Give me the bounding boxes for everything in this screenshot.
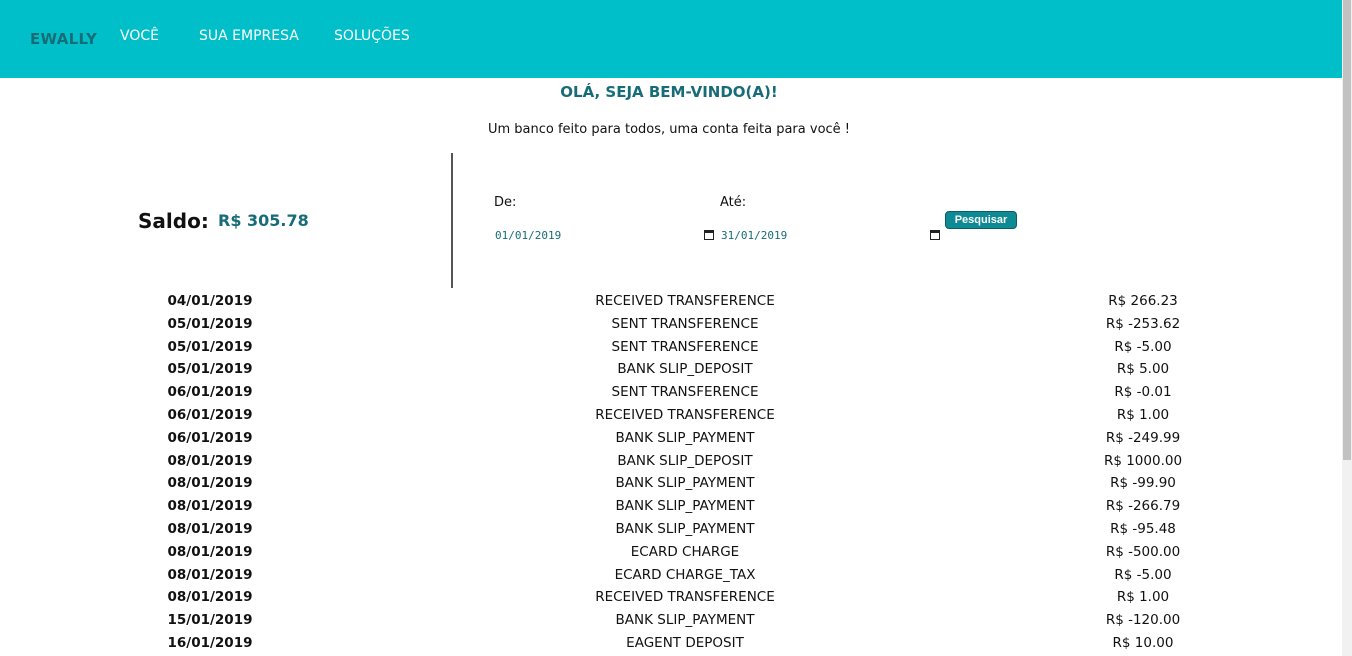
table-row: 08/01/2019 BANK SLIP_PAYMENT R$ -99.90 bbox=[0, 472, 1342, 495]
calendar-icon[interactable] bbox=[704, 230, 714, 240]
nav-link-sua-empresa[interactable]: SUA EMPRESA bbox=[199, 28, 299, 44]
tx-description: BANK SLIP_DEPOSIT bbox=[617, 361, 753, 378]
tx-date: 08/01/2019 bbox=[167, 543, 253, 560]
table-row: 08/01/2019 BANK SLIP_PAYMENT R$ -266.79 bbox=[0, 495, 1342, 518]
table-row: 06/01/2019 RECEIVED TRANSFERENCE R$ 1.00 bbox=[0, 404, 1342, 427]
welcome-title: OLÁ, SEJA BEM-VINDO(A)! bbox=[560, 83, 778, 101]
page-scrollbar[interactable] bbox=[1342, 0, 1352, 656]
calendar-icon[interactable] bbox=[930, 230, 940, 240]
nav-link-voce[interactable]: VOCÊ bbox=[120, 28, 159, 44]
top-navbar: EWALLY VOCÊ SUA EMPRESA SOLUÇÕES bbox=[0, 0, 1342, 78]
tx-description: BANK SLIP_PAYMENT bbox=[615, 498, 755, 515]
tx-date: 08/01/2019 bbox=[167, 589, 253, 606]
tx-amount: R$ -0.01 bbox=[1114, 384, 1172, 401]
tx-date: 08/01/2019 bbox=[167, 566, 253, 583]
tx-amount: R$ 5.00 bbox=[1116, 361, 1170, 378]
tx-date: 05/01/2019 bbox=[167, 315, 253, 332]
table-row: 08/01/2019 BANK SLIP_DEPOSIT R$ 1000.00 bbox=[0, 450, 1342, 473]
tx-amount: R$ -5.00 bbox=[1114, 566, 1172, 583]
tx-description: BANK SLIP_PAYMENT bbox=[615, 520, 755, 537]
nav-link-solucoes[interactable]: SOLUÇÕES bbox=[334, 28, 410, 44]
tx-description: EAGENT DEPOSIT bbox=[626, 634, 744, 651]
table-row: 05/01/2019 SENT TRANSFERENCE R$ -253.62 bbox=[0, 313, 1342, 336]
table-row: 04/01/2019 RECEIVED TRANSFERENCE R$ 266.… bbox=[0, 290, 1342, 313]
date-to-input[interactable]: 31/01/2019 bbox=[721, 226, 921, 244]
table-row: 05/01/2019 BANK SLIP_DEPOSIT R$ 5.00 bbox=[0, 358, 1342, 381]
balance-value: R$ 305.78 bbox=[218, 211, 309, 230]
table-row: 05/01/2019 SENT TRANSFERENCE R$ -5.00 bbox=[0, 336, 1342, 359]
tx-amount: R$ 10.00 bbox=[1112, 634, 1174, 651]
tx-amount: R$ 266.23 bbox=[1108, 293, 1178, 309]
tx-amount: R$ 1.00 bbox=[1116, 589, 1170, 606]
tx-amount: R$ -253.62 bbox=[1105, 315, 1181, 332]
tx-amount: R$ -99.90 bbox=[1110, 475, 1176, 492]
scrollbar-thumb[interactable] bbox=[1343, 0, 1351, 460]
welcome-subtitle: Um banco feito para todos, uma conta fei… bbox=[487, 122, 851, 137]
tx-date: 08/01/2019 bbox=[167, 475, 253, 492]
tx-amount: R$ 1.00 bbox=[1116, 406, 1170, 423]
tx-date: 05/01/2019 bbox=[167, 338, 253, 355]
tx-date: 06/01/2019 bbox=[167, 384, 253, 401]
tx-description: BANK SLIP_PAYMENT bbox=[615, 429, 755, 446]
tx-date: 06/01/2019 bbox=[167, 406, 253, 423]
tx-date: 15/01/2019 bbox=[167, 612, 253, 629]
tx-date: 08/01/2019 bbox=[167, 452, 253, 469]
table-row: 08/01/2019 ECARD CHARGE R$ -500.00 bbox=[0, 541, 1342, 564]
tx-description: ECARD CHARGE_TAX bbox=[614, 566, 756, 583]
date-from-label: De: bbox=[494, 195, 517, 210]
tx-amount: R$ -5.00 bbox=[1114, 338, 1172, 355]
search-button[interactable]: Pesquisar bbox=[945, 211, 1017, 229]
brand-logo[interactable]: EWALLY bbox=[30, 30, 97, 48]
tx-amount: R$ -120.00 bbox=[1105, 612, 1181, 629]
tx-date: 04/01/2019 bbox=[167, 293, 253, 309]
tx-amount: R$ -500.00 bbox=[1105, 543, 1181, 560]
balance-label: Saldo: bbox=[138, 209, 209, 233]
tx-date: 08/01/2019 bbox=[167, 498, 253, 515]
tx-date: 05/01/2019 bbox=[167, 361, 253, 378]
tx-amount: R$ -266.79 bbox=[1105, 498, 1181, 515]
tx-amount: R$ -249.99 bbox=[1105, 429, 1181, 446]
tx-description: RECEIVED TRANSFERENCE bbox=[595, 589, 775, 606]
table-row: 08/01/2019 BANK SLIP_PAYMENT R$ -95.48 bbox=[0, 518, 1342, 541]
tx-description: BANK SLIP_PAYMENT bbox=[615, 612, 755, 629]
tx-description: RECEIVED TRANSFERENCE bbox=[595, 293, 775, 309]
table-row: 06/01/2019 BANK SLIP_PAYMENT R$ -249.99 bbox=[0, 427, 1342, 450]
tx-description: BANK SLIP_PAYMENT bbox=[615, 475, 755, 492]
date-to-label: Até: bbox=[720, 195, 747, 210]
tx-amount: R$ 1000.00 bbox=[1103, 452, 1183, 469]
tx-date: 16/01/2019 bbox=[167, 634, 253, 651]
tx-description: RECEIVED TRANSFERENCE bbox=[595, 406, 775, 423]
tx-description: SENT TRANSFERENCE bbox=[611, 315, 759, 332]
tx-date: 06/01/2019 bbox=[167, 429, 253, 446]
table-row: 15/01/2019 BANK SLIP_PAYMENT R$ -120.00 bbox=[0, 609, 1342, 632]
tx-date: 08/01/2019 bbox=[167, 520, 253, 537]
table-row: 08/01/2019 RECEIVED TRANSFERENCE R$ 1.00 bbox=[0, 586, 1342, 609]
tx-description: SENT TRANSFERENCE bbox=[611, 384, 759, 401]
table-row: 08/01/2019 ECARD CHARGE_TAX R$ -5.00 bbox=[0, 564, 1342, 587]
tx-description: SENT TRANSFERENCE bbox=[611, 338, 759, 355]
table-row: 06/01/2019 SENT TRANSFERENCE R$ -0.01 bbox=[0, 381, 1342, 404]
date-to-value: 31/01/2019 bbox=[721, 228, 788, 242]
tx-description: ECARD CHARGE bbox=[630, 543, 740, 560]
date-from-value: 01/01/2019 bbox=[495, 228, 562, 242]
section-divider bbox=[451, 153, 453, 288]
tx-description: BANK SLIP_DEPOSIT bbox=[617, 452, 753, 469]
transaction-list: 04/01/2019 RECEIVED TRANSFERENCE R$ 266.… bbox=[0, 290, 1342, 655]
tx-amount: R$ -95.48 bbox=[1110, 520, 1176, 537]
table-row: 16/01/2019 EAGENT DEPOSIT R$ 10.00 bbox=[0, 632, 1342, 655]
